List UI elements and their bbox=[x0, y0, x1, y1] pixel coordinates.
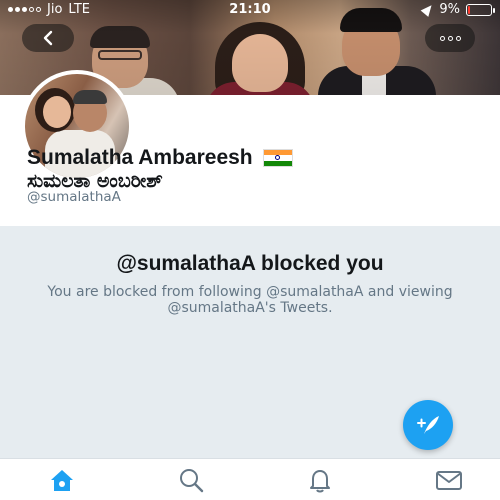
more-options-button[interactable] bbox=[425, 24, 475, 52]
blocked-message: You are blocked from following @sumalath… bbox=[47, 284, 453, 316]
tab-messages[interactable] bbox=[432, 463, 466, 497]
messages-envelope-icon bbox=[436, 470, 462, 490]
notifications-bell-icon bbox=[310, 469, 330, 492]
profile-name-row: Sumalatha Ambareesh bbox=[27, 146, 293, 170]
compose-tweet-icon bbox=[417, 416, 439, 434]
location-arrow-icon bbox=[421, 2, 436, 17]
profile-display-name: Sumalatha Ambareesh bbox=[27, 146, 253, 169]
battery-percent: 9% bbox=[439, 2, 460, 17]
more-options-icon bbox=[439, 35, 461, 41]
tab-notifications[interactable] bbox=[303, 463, 337, 497]
home-icon bbox=[51, 469, 73, 491]
india-flag-icon bbox=[262, 149, 293, 167]
chevron-left-icon bbox=[43, 30, 53, 46]
status-bar: Jio LTE 21:10 9% bbox=[0, 0, 500, 20]
compose-tweet-button[interactable] bbox=[403, 400, 453, 450]
bottom-tab-bar bbox=[0, 458, 500, 500]
profile-handle: @sumalathaA bbox=[27, 189, 121, 205]
tab-search[interactable] bbox=[174, 463, 208, 497]
back-button[interactable] bbox=[22, 24, 74, 52]
search-icon bbox=[180, 468, 204, 492]
battery-fill bbox=[468, 5, 470, 14]
tab-home[interactable] bbox=[45, 463, 79, 497]
battery-icon bbox=[466, 3, 495, 16]
blocked-title: @sumalathaA blocked you bbox=[116, 252, 384, 275]
